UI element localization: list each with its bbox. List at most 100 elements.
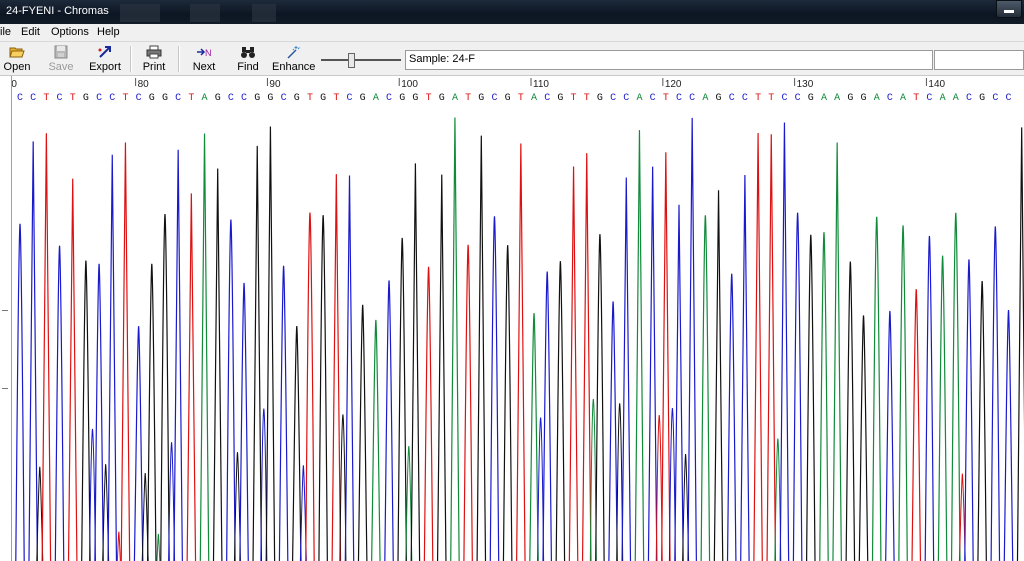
base-call: G (83, 93, 89, 104)
trace-peak (81, 260, 91, 561)
trace-peak (173, 149, 183, 561)
open-button[interactable]: Open (2, 42, 32, 75)
trace-peak (898, 225, 908, 561)
export-button[interactable]: Export (88, 42, 122, 75)
base-call: A (373, 93, 379, 104)
base-call: C (1006, 93, 1012, 104)
base-call: C (96, 93, 102, 104)
find-button[interactable]: Find (236, 42, 260, 75)
base-call: T (768, 93, 774, 104)
base-call: C (17, 93, 23, 104)
trace-peak (568, 166, 579, 561)
trace-peak (436, 174, 447, 561)
base-call: C (175, 93, 181, 104)
menu-file[interactable]: ile (0, 26, 11, 38)
trace-peak (133, 326, 144, 561)
trace-peak (41, 133, 52, 561)
minimize-button[interactable] (996, 0, 1022, 18)
save-label: Save (48, 61, 74, 73)
trace-peak (147, 263, 157, 561)
binoculars-icon (240, 45, 256, 59)
trace-peak (489, 216, 500, 561)
trace-peak (305, 212, 315, 561)
base-call: C (623, 93, 629, 104)
base-call: C (781, 93, 787, 104)
sample-name-text: Sample: 24-F (409, 53, 476, 65)
trace-peak (924, 235, 935, 561)
zoom-slider[interactable] (319, 51, 403, 69)
menu-help[interactable]: Help (97, 26, 120, 38)
trace-peak (331, 174, 342, 561)
zoom-slider-track (321, 59, 401, 61)
base-call: A (940, 93, 946, 104)
trace-peak (344, 175, 355, 561)
trace-peak (291, 326, 302, 561)
trace-peak (700, 215, 711, 561)
menu-options[interactable]: Options (51, 26, 89, 38)
save-button[interactable]: Save (46, 42, 76, 75)
base-call: T (755, 93, 761, 104)
trace-peak (463, 244, 473, 561)
trace-peak (212, 168, 223, 561)
chromatogram-view[interactable]: 708090100110120130140CCTCTGCCTCGGCTAGCCG… (12, 76, 1024, 561)
base-call: T (70, 93, 76, 104)
trace-peak (595, 234, 605, 561)
print-label: Print (142, 61, 166, 73)
floppy-disk-icon (53, 45, 69, 59)
base-call: T (43, 93, 49, 104)
trace-peak (885, 310, 895, 561)
base-call: G (294, 93, 300, 104)
base-call: T (307, 93, 313, 104)
base-call: G (439, 93, 445, 104)
base-call: T (122, 93, 128, 104)
ruler-label: 120 (665, 79, 682, 90)
base-call: G (254, 93, 260, 104)
trace-peak (278, 265, 289, 561)
base-call: G (808, 93, 814, 104)
trace-peak (779, 122, 790, 561)
menu-edit[interactable]: Edit (21, 26, 40, 38)
trace-peak (423, 266, 434, 561)
base-call: C (650, 93, 656, 104)
trace-peak (239, 282, 249, 561)
next-button[interactable]: N Next (190, 42, 218, 75)
base-call: G (847, 93, 853, 104)
base-call: A (900, 93, 906, 104)
folder-open-icon (9, 45, 25, 59)
trace-peak (858, 315, 869, 561)
print-button[interactable]: Print (140, 42, 168, 75)
trace-peak (977, 281, 987, 561)
trace-peak (964, 259, 974, 561)
base-call: C (966, 93, 972, 104)
zoom-slider-thumb[interactable] (347, 53, 355, 68)
base-call: A (636, 93, 642, 104)
trace-peak (318, 215, 328, 561)
trace-peak (608, 301, 618, 561)
trace-peak (107, 154, 118, 561)
minimize-icon (1004, 10, 1014, 13)
enhance-button[interactable]: Enhance (272, 42, 315, 75)
trace-peak (384, 280, 394, 561)
trace-peak (94, 263, 104, 561)
ruler-label: 90 (269, 79, 281, 90)
base-call: T (571, 93, 577, 104)
trace-peak (621, 177, 632, 561)
base-call: C (544, 93, 550, 104)
trace-peak (911, 289, 922, 561)
trace-peak (792, 212, 803, 561)
next-label: Next (192, 61, 216, 73)
base-call: C (992, 93, 998, 104)
trace-peak (160, 213, 170, 561)
trace-peak (726, 273, 737, 561)
trace-peak (819, 232, 829, 561)
base-call: T (663, 93, 669, 104)
ruler-label: 110 (533, 79, 549, 90)
base-call: C (241, 93, 247, 104)
base-call: C (281, 93, 287, 104)
base-call: C (926, 93, 932, 104)
trace-peak (1003, 310, 1014, 561)
trace-peak (687, 117, 697, 561)
trace-peak (265, 126, 276, 561)
trace-peak (67, 178, 78, 561)
base-call: A (702, 93, 708, 104)
